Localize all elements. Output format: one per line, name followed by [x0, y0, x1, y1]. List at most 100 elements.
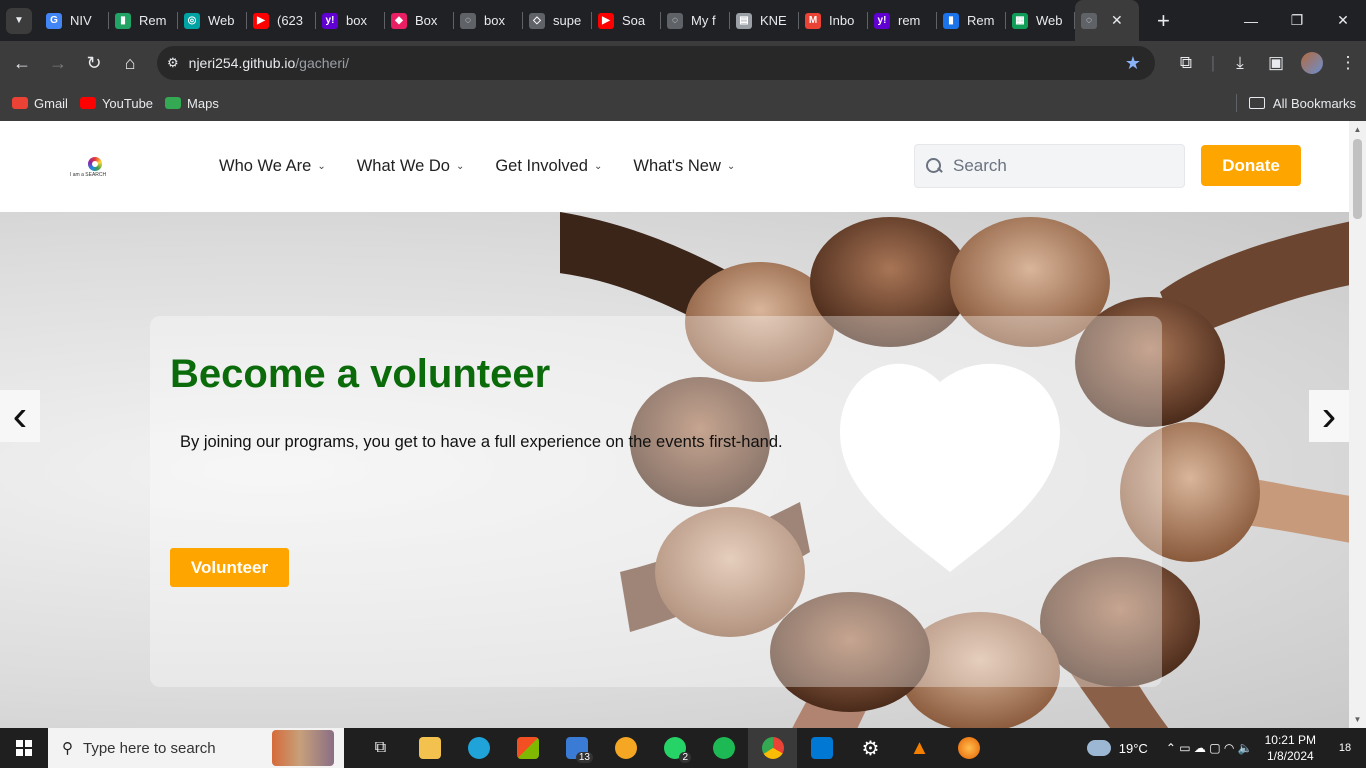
chevron-right-icon: ›	[1321, 391, 1337, 440]
tab-favicon-icon: y!	[874, 12, 890, 29]
extensions-icon[interactable]: ⧉	[1168, 53, 1204, 73]
clock-time: 10:21 PM	[1264, 733, 1316, 747]
profile-avatar[interactable]	[1301, 52, 1323, 74]
all-bookmarks-label: All Bookmarks	[1272, 95, 1356, 111]
donate-button[interactable]: Donate	[1201, 145, 1301, 186]
bookmark-gmail[interactable]: Gmail	[12, 96, 68, 111]
weather-widget[interactable]: 19°C	[1086, 740, 1148, 756]
file-explorer-icon[interactable]	[405, 728, 454, 768]
clock-date: 1/8/2024	[1266, 749, 1314, 763]
scroll-thumb[interactable]	[1353, 139, 1362, 219]
edge-icon[interactable]	[454, 728, 503, 768]
reload-button[interactable]: ↻	[76, 45, 112, 81]
browser-tab[interactable]: ▶ (623	[247, 0, 316, 41]
chrome-icon[interactable]	[748, 728, 797, 768]
chevron-down-icon: ⌄	[317, 161, 326, 172]
browser-tab[interactable]: ▤ KNE	[730, 0, 799, 41]
tray-icons[interactable]: ⌃ ▭ ☁ ▢ ◠ 🔈	[1166, 741, 1253, 755]
tab-label: NIV	[70, 13, 92, 28]
close-tab-icon[interactable]: ✕	[1111, 12, 1123, 29]
slider-prev-button[interactable]: ‹	[0, 390, 40, 442]
menu-item-label: Who We Are	[219, 157, 312, 175]
browser-tab[interactable]: ▮ Rem	[937, 0, 1006, 41]
menu-item-what-we-do[interactable]: What We Do ⌄	[357, 157, 465, 176]
bookmark-maps[interactable]: Maps	[165, 96, 219, 111]
vlc-icon[interactable]: ▲	[895, 728, 944, 768]
taskbar-search-placeholder: Type here to search	[83, 739, 216, 757]
tab-favicon-icon: ▮	[943, 12, 959, 29]
notification-center-icon[interactable]: 18	[1330, 742, 1360, 754]
browser-tab[interactable]: ◌ My f	[661, 0, 730, 41]
menu-item-what-s-new[interactable]: What's New ⌄	[633, 157, 735, 176]
start-button[interactable]	[0, 728, 48, 768]
browser-tab[interactable]: ▶ Soa	[592, 0, 661, 41]
toolbar-actions: ⧉ | ⤓ ▣ ⋮	[1168, 41, 1366, 85]
slider-next-button[interactable]: ›	[1309, 390, 1349, 442]
tab-search-chevron-icon[interactable]: ▼	[6, 7, 32, 34]
browser-tab[interactable]: ▦ Web	[1006, 0, 1075, 41]
site-search[interactable]	[914, 144, 1185, 188]
maximize-button[interactable]: ❐	[1274, 0, 1320, 41]
tab-favicon-icon: M	[805, 12, 821, 29]
browser-tab[interactable]: ◆ Box	[385, 0, 454, 41]
download-icon[interactable]: ⤓	[1222, 53, 1258, 73]
window-controls: — ❐ ✕	[1228, 0, 1366, 41]
browser-tab[interactable]: ◌ box	[454, 0, 523, 41]
store-icon[interactable]	[503, 728, 552, 768]
tab-favicon-icon: ▶	[598, 12, 614, 29]
settings-icon[interactable]: ⚙	[846, 728, 895, 768]
search-input[interactable]	[953, 156, 1173, 176]
minimize-button[interactable]: —	[1228, 0, 1274, 41]
browser-tab[interactable]: y! rem	[868, 0, 937, 41]
bookmarks-divider	[1235, 94, 1237, 112]
browser-menu-icon[interactable]: ⋮	[1330, 53, 1366, 73]
browser-tab[interactable]: y! box	[316, 0, 385, 41]
bookmark-youtube[interactable]: YouTube	[79, 96, 153, 111]
tab-favicon-icon: ▤	[736, 12, 752, 29]
menu-item-who-we-are[interactable]: Who We Are ⌄	[219, 157, 326, 176]
tab-favicon-icon: ◆	[391, 12, 407, 29]
browser-tab[interactable]: G NIV	[40, 0, 109, 41]
tab-label: KNE	[760, 13, 787, 28]
site-logo[interactable]: I am a SEARCH	[70, 157, 122, 179]
windows-logo-icon	[16, 740, 32, 756]
address-bar[interactable]: ⚙ njeri254.github.io/gacheri/ ★	[157, 46, 1155, 80]
close-window-button[interactable]: ✕	[1320, 0, 1366, 41]
firefox-icon[interactable]	[944, 728, 993, 768]
browser-tab[interactable]: ◇ supe	[523, 0, 592, 41]
web-page: I am a SEARCH Who We Are ⌄ What We Do ⌄ Get …	[0, 121, 1349, 728]
chevron-down-icon: ⌄	[593, 161, 603, 172]
task-view-icon[interactable]: ⧉	[356, 728, 405, 768]
all-bookmarks-button[interactable]: All Bookmarks	[1235, 94, 1356, 112]
new-tab-button[interactable]: +	[1157, 8, 1170, 34]
mail-icon[interactable]: 13	[552, 728, 601, 768]
bookmark-star-icon[interactable]: ★	[1125, 53, 1141, 74]
spotify-icon[interactable]	[699, 728, 748, 768]
browser-tab-strip: ▼ G NIV ▮ Rem ◎ Web ▶ (623 y! box ◆ Box ◌ box ◇ supe ▶ So…	[0, 0, 1366, 41]
forward-button[interactable]: →	[40, 45, 76, 81]
brave-icon[interactable]	[601, 728, 650, 768]
browser-tab[interactable]: ◎ Web	[178, 0, 247, 41]
tab-label: Web	[1036, 13, 1063, 28]
vscode-icon[interactable]	[797, 728, 846, 768]
menu-item-label: What's New	[633, 157, 721, 175]
scroll-down-arrow-icon[interactable]: ▼	[1349, 715, 1366, 724]
clock[interactable]: 10:21 PM 1/8/2024	[1265, 732, 1316, 764]
url-text[interactable]: njeri254.github.io/gacheri/	[189, 55, 349, 71]
hero-slider: Become a volunteer By joining our progra…	[0, 212, 1349, 728]
browser-tab[interactable]: ▮ Rem	[109, 0, 178, 41]
menu-item-get-involved[interactable]: Get Involved ⌄	[495, 157, 602, 176]
system-tray: 19°C ⌃ ▭ ☁ ▢ ◠ 🔈 10:21 PM 1/8/2024 18	[1086, 728, 1366, 768]
taskbar-search[interactable]: ⚲ Type here to search	[48, 728, 344, 768]
side-panel-icon[interactable]: ▣	[1258, 53, 1294, 73]
browser-tab[interactable]: M Inbo	[799, 0, 868, 41]
volunteer-button[interactable]: Volunteer	[170, 548, 289, 587]
back-button[interactable]: ←	[4, 45, 40, 81]
whatsapp-icon[interactable]: 2	[650, 728, 699, 768]
scroll-up-arrow-icon[interactable]: ▲	[1349, 125, 1366, 134]
page-scrollbar[interactable]: ▲ ▼	[1349, 121, 1366, 728]
home-button[interactable]: ⌂	[112, 45, 148, 81]
site-header: I am a SEARCH Who We Are ⌄ What We Do ⌄ Get …	[0, 121, 1349, 212]
active-tab[interactable]: ◌ ✕	[1075, 0, 1139, 41]
site-info-icon[interactable]: ⚙	[167, 55, 179, 71]
